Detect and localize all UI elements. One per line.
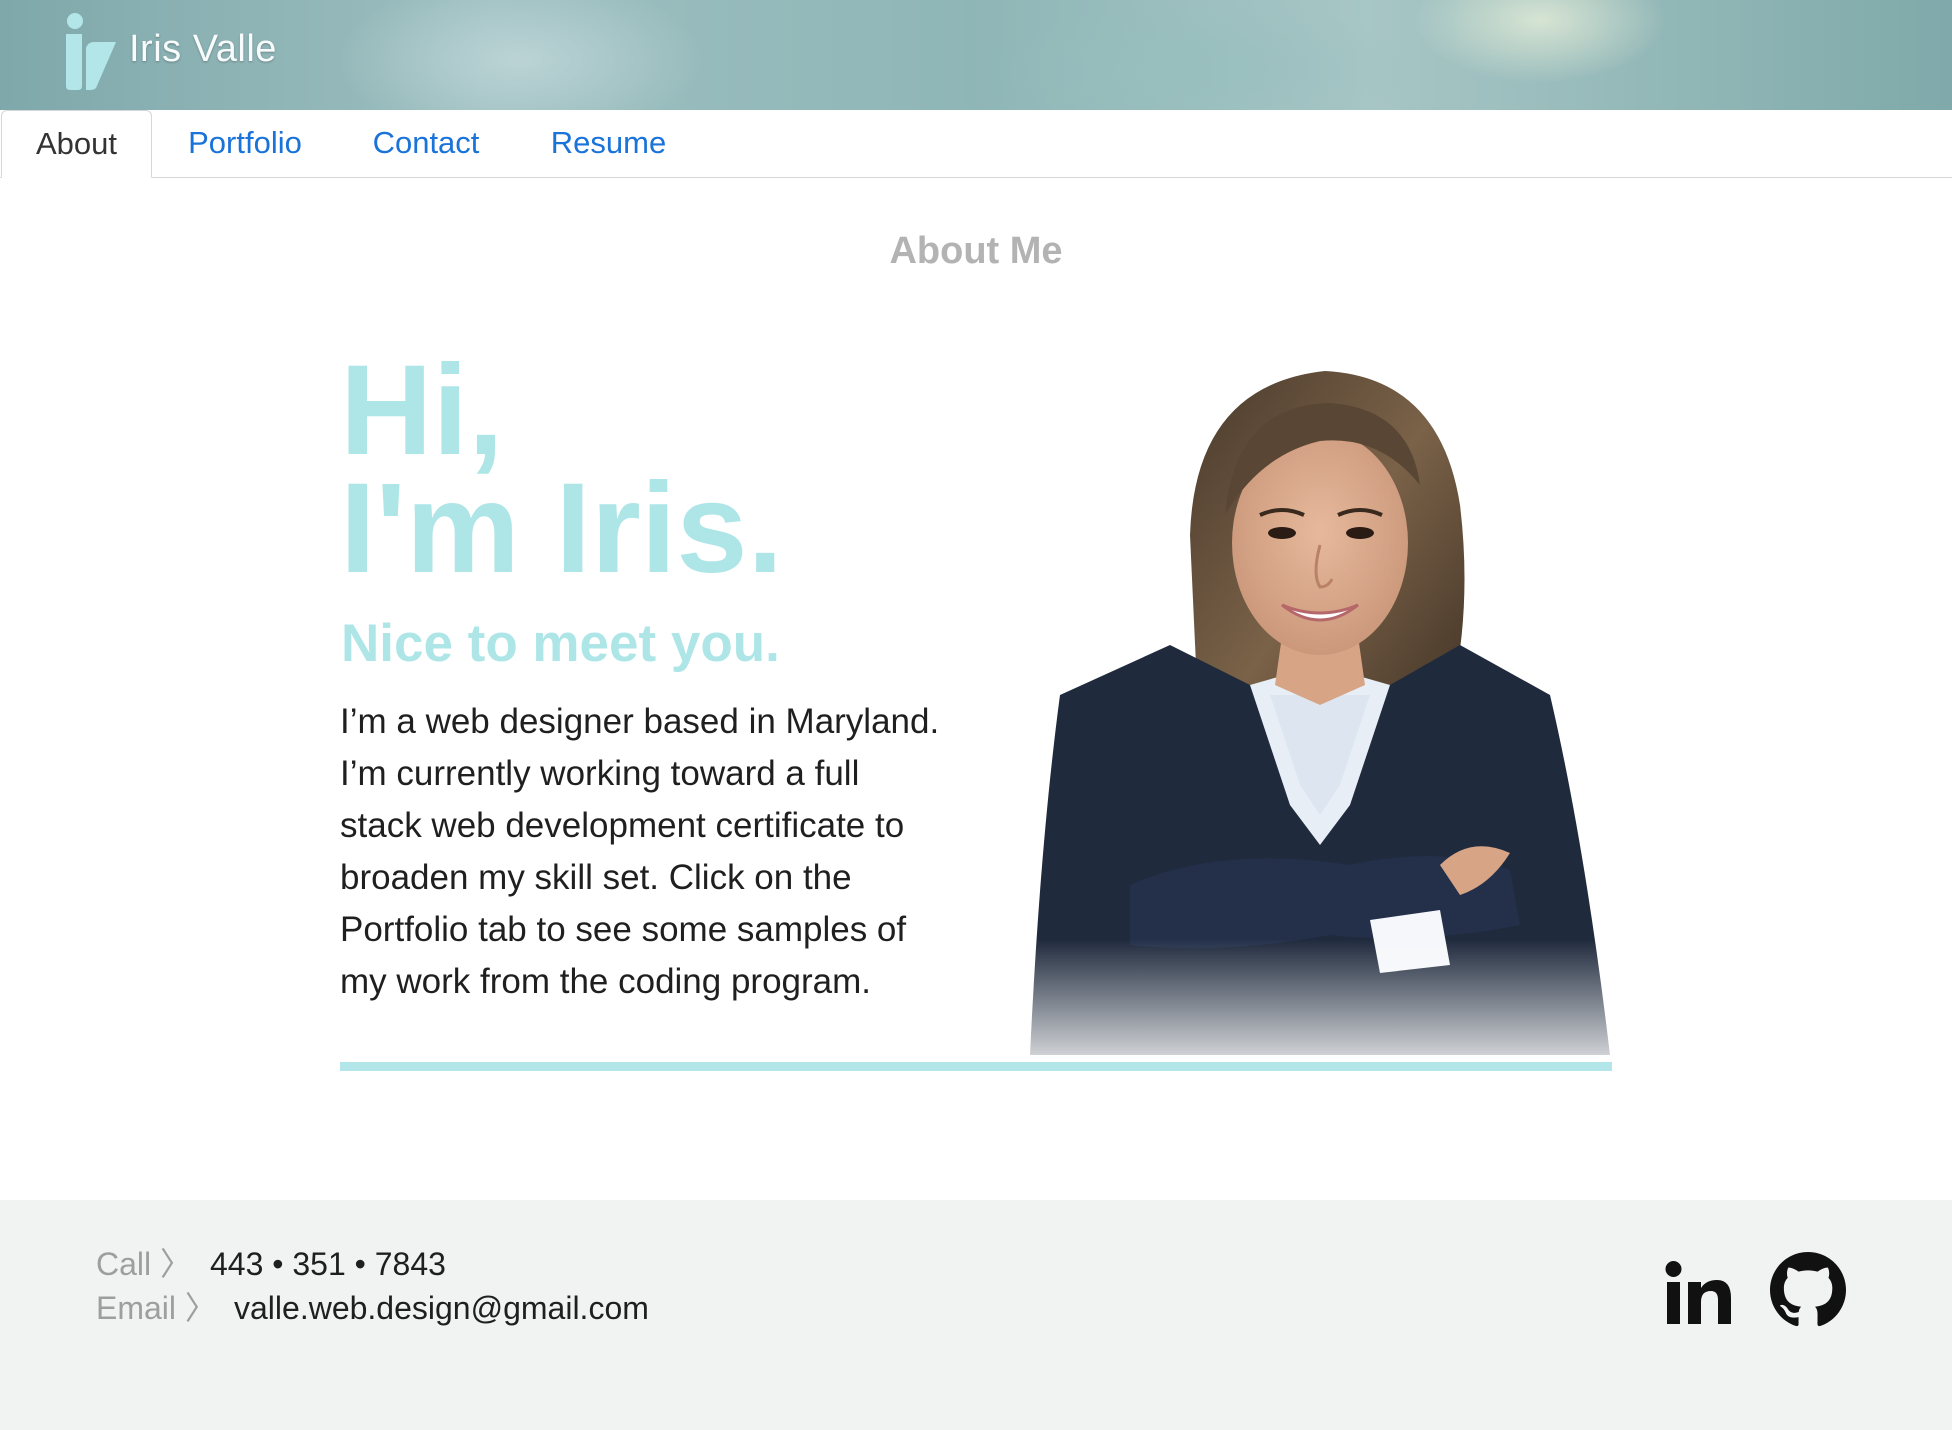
header-banner: Iris Valle xyxy=(0,0,1952,110)
email-address[interactable]: valle.web.design@gmail.com xyxy=(234,1292,649,1324)
bio-line: I’m a web designer based in Maryland. xyxy=(340,702,940,741)
section-title: About Me xyxy=(889,230,1063,272)
linkedin-icon[interactable] xyxy=(1664,1260,1734,1326)
tab-resume[interactable]: Resume xyxy=(542,110,675,177)
tab-bar: About Portfolio Contact Resume xyxy=(0,110,1952,178)
greeting-line-2: I'm Iris. xyxy=(340,457,784,600)
page: Iris Valle About Portfolio Contact Resum… xyxy=(0,0,1952,1430)
bio-line: stack web development certificate to xyxy=(340,806,905,845)
bio-paragraph: I’m a web designer based in Maryland. I’… xyxy=(340,696,990,1008)
bio-line: my work from the coding program. xyxy=(340,962,872,1001)
portrait-photo xyxy=(1020,365,1610,1065)
bio-line: broaden my skill set. Click on the xyxy=(340,858,852,897)
section-divider xyxy=(340,1062,1612,1071)
phone-number[interactable]: 443 • 351 • 7843 xyxy=(210,1248,446,1280)
footer: Call 〉 443 • 351 • 7843 Email 〉 valle.we… xyxy=(0,1200,1952,1430)
iv-monogram-logo[interactable] xyxy=(62,12,118,90)
email-label: Email 〉 xyxy=(96,1290,217,1326)
github-icon[interactable] xyxy=(1770,1252,1846,1328)
brand-name[interactable]: Iris Valle xyxy=(129,30,277,68)
call-label: Call 〉 xyxy=(96,1246,193,1282)
tab-portfolio[interactable]: Portfolio xyxy=(175,110,315,177)
bio-line: Portfolio tab to see some samples of xyxy=(340,910,907,949)
tab-about[interactable]: About xyxy=(1,110,152,178)
greeting-line-1: Hi, xyxy=(340,339,504,482)
tab-contact[interactable]: Contact xyxy=(362,110,490,177)
subheading: Nice to meet you. xyxy=(341,614,780,673)
bio-line: I’m currently working toward a full xyxy=(340,754,860,793)
